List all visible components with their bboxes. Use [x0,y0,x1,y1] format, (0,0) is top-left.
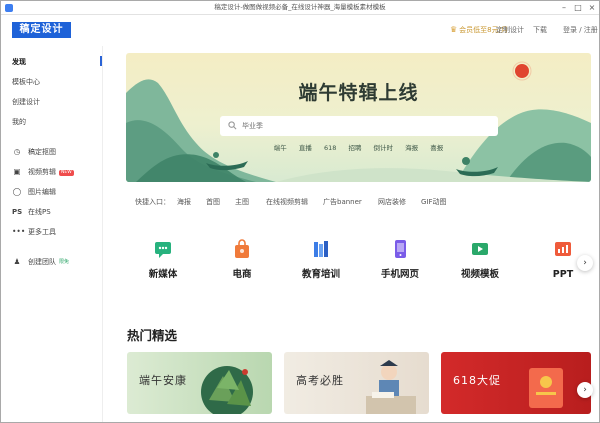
hot-section-title: 热门精选 [127,328,178,343]
education-books-icon [314,241,328,257]
minimize-icon[interactable]: – [557,1,571,14]
crown-icon: ♛ [450,25,458,34]
quick-entry-main-image[interactable]: 主图 [235,197,249,207]
category-mobile-page[interactable]: 手机网页 [370,237,430,281]
banner-title: 端午特辑上线 [298,82,419,104]
hot-tag[interactable]: 端午 [274,144,287,152]
hot-card-dragon-boat[interactable]: 端午安康 [127,352,272,414]
ppt-icon [555,242,571,256]
free-badge: 限免 [59,259,70,265]
window-title: 稿定设计-做图做视频必备_在线设计神器_海量模板素材模板 [214,3,386,11]
sidebar-item-cutout[interactable]: ◷ 稿定抠图 [12,147,56,157]
category-label: 视频模板 [460,269,499,280]
hot-card-text: 端午安康 [139,374,187,387]
quick-entry-store-decoration[interactable]: 网店装修 [378,197,406,207]
category-label: 教育培训 [301,269,340,280]
quick-entry-gif[interactable]: GIF动图 [421,197,447,207]
video-edit-icon: ▣ [13,167,21,176]
ecommerce-bag-icon [235,239,249,258]
sidebar-item-online-ps[interactable]: PS 在线PS [12,207,51,217]
hero-banner[interactable]: 端午特辑上线 端午 直播 618 招聘 倒计时 海报 喜报 [126,53,591,182]
category-education[interactable]: 教育培训 [291,237,351,281]
login-register-link[interactable]: 登录 / 注册 [563,25,598,35]
hot-card-text: 高考必胜 [296,374,344,387]
sidebar-item-discover[interactable]: 发现 [12,57,26,67]
top-header: 稿定设计 ♛ 会员低至8元/月 定制设计 下载 登录 / 注册 [1,16,599,46]
sidebar-item-label: 稿定抠图 [28,148,56,156]
quick-entry-ad-banner[interactable]: 广告banner [323,197,362,207]
mobile-page-icon [395,240,406,258]
custom-design-link[interactable]: 定制设计 [496,25,524,35]
search-input[interactable] [242,119,492,133]
category-video-template[interactable]: 视频模板 [450,237,510,281]
hot-tag[interactable]: 海报 [405,144,418,152]
sidebar-item-create[interactable]: 创建设计 [12,97,40,107]
sidebar-item-label: 创建团队 [28,258,56,266]
hot-search-tags: 端午 直播 618 招聘 倒计时 海报 喜报 [126,143,591,153]
download-link[interactable]: 下载 [533,25,547,35]
sidebar-item-label: 更多工具 [28,228,56,236]
sidebar-item-more-tools[interactable]: ••• 更多工具 [12,227,56,237]
browser-window: 稿定设计-做图做视频必备_在线设计神器_海量模板素材模板 – □ × 稿定设计 … [0,0,600,423]
sidebar-item-label: 视频剪辑 [28,168,56,176]
category-new-media[interactable]: 新媒体 [133,237,193,281]
category-label: 电商 [232,269,252,280]
quick-entry-cover[interactable]: 首图 [206,197,220,207]
sidebar-item-label: 模板中心 [12,78,40,86]
sidebar-item-create-team[interactable]: ♟ 创建团队 限免 [12,257,69,267]
hot-tag[interactable]: 直播 [299,144,312,152]
active-indicator [100,56,102,66]
sidebar-item-mine[interactable]: 我的 [12,117,26,127]
quick-entry-label: 快捷入口： [135,198,170,206]
chevron-right-icon: › [583,385,587,395]
team-icon: ♟ [13,257,21,266]
sidebar-item-label: 在线PS [28,208,51,216]
more-dots-icon: ••• [12,227,26,236]
cutout-icon: ◷ [13,147,21,156]
hot-tag[interactable]: 招聘 [348,144,361,152]
sidebar-item-label: 我的 [12,118,26,126]
categories-next-button[interactable]: › [577,255,593,271]
hot-tag[interactable]: 倒计时 [374,144,394,152]
new-badge: NEW [59,170,74,176]
title-bar: 稿定设计-做图做视频必备_在线设计神器_海量模板素材模板 – □ × [1,1,599,15]
sidebar: 发现 模板中心 创建设计 我的 ◷ 稿定抠图 ▣ 视频剪辑 NEW ◯ 图片编辑 PS 在… [1,46,103,422]
ps-icon: PS [12,208,23,216]
hot-card-text: 618大促 [453,374,501,387]
category-label: 手机网页 [380,269,419,280]
new-media-icon [155,242,171,258]
close-icon[interactable]: × [585,1,599,14]
image-edit-icon: ◯ [12,187,22,196]
hot-tag[interactable]: 618 [324,144,336,152]
logo[interactable]: 稿定设计 [12,22,71,38]
category-label: 新媒体 [148,269,178,280]
hot-next-button[interactable]: › [577,382,593,398]
video-template-icon [472,243,488,255]
hot-tag[interactable]: 喜报 [430,144,443,152]
sidebar-item-templates[interactable]: 模板中心 [12,77,40,87]
search-box[interactable] [220,116,498,136]
sidebar-item-label: 创建设计 [12,98,40,106]
sidebar-item-label: 图片编辑 [28,188,56,196]
sidebar-item-label: 发现 [12,58,26,66]
hot-card-618[interactable]: 618大促 [441,352,591,414]
search-icon [228,121,237,130]
category-ecommerce[interactable]: 电商 [212,237,272,281]
sidebar-item-image-edit[interactable]: ◯ 图片编辑 [12,187,56,197]
app-icon [5,4,13,12]
quick-entry-poster[interactable]: 海报 [177,197,191,207]
hot-card-gaokao[interactable]: 高考必胜 [284,352,429,414]
maximize-icon[interactable]: □ [571,1,585,14]
chevron-right-icon: › [583,258,587,268]
sidebar-item-video-edit[interactable]: ▣ 视频剪辑 NEW [12,167,74,177]
quick-entry-video-edit[interactable]: 在线视频剪辑 [266,197,308,207]
